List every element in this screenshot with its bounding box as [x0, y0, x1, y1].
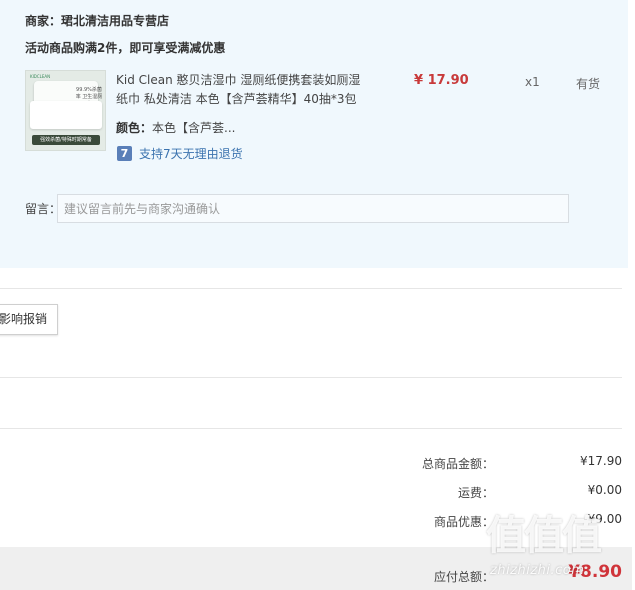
shop-name-text[interactable]: 珺北清洁用品专营店	[61, 14, 169, 28]
discount-label: 商品优惠：	[433, 515, 494, 529]
thumbnail-banner: 强效杀菌/特殊时期常备	[32, 135, 100, 145]
watermark-site: zhizhizhi.com	[490, 563, 585, 578]
invoice-reimburse-button[interactable]: 影响报销	[0, 304, 58, 335]
shipping-label: 运费：	[457, 486, 494, 500]
stock-status: 有货	[576, 77, 601, 91]
shop-name[interactable]: 商家：珺北清洁用品专营店	[25, 12, 169, 29]
section-divider	[0, 377, 622, 378]
order-item-panel: 商家：珺北清洁用品专营店 活动商品购满2件，即可享受满减优惠 KIDCLEAN …	[0, 0, 628, 268]
return-policy-text[interactable]: 支持7天无理由退货	[139, 145, 243, 162]
section-divider	[0, 428, 622, 429]
watermark-logo: 值值值	[486, 513, 602, 559]
shipping-value: ¥0.00	[587, 483, 622, 497]
return-policy-icon: 7	[117, 146, 132, 161]
section-divider	[0, 288, 622, 289]
note-label: 留言：	[25, 202, 62, 216]
attribute-label: 颜色：	[116, 121, 153, 135]
product-title-link[interactable]: Kid Clean 憨贝洁湿巾 湿厕纸便携套装如厕湿纸巾 私处清洁 本色【含芦荟…	[116, 71, 366, 109]
product-thumbnail[interactable]: KIDCLEAN 99.9%杀菌率 卫生湿厕巾 强效杀菌/特殊时期常备	[25, 70, 106, 151]
promotion-text: 活动商品购满2件，即可享受满减优惠	[25, 41, 226, 55]
product-quantity: x1	[525, 75, 540, 89]
goods-total-value: ¥17.90	[580, 454, 622, 468]
thumbnail-pack-second	[30, 101, 102, 129]
payable-label: 应付总额：	[433, 570, 494, 584]
seller-note-input[interactable]	[57, 194, 569, 223]
goods-total-label: 总商品金额：	[421, 457, 494, 471]
thumbnail-brand: KIDCLEAN	[30, 74, 51, 79]
attribute-value: 本色【含芦荟...	[152, 121, 236, 135]
product-attribute: 颜色：本色【含芦荟...	[116, 119, 235, 136]
shop-label: 商家：	[25, 14, 62, 28]
product-price: ¥ 17.90	[414, 73, 469, 88]
